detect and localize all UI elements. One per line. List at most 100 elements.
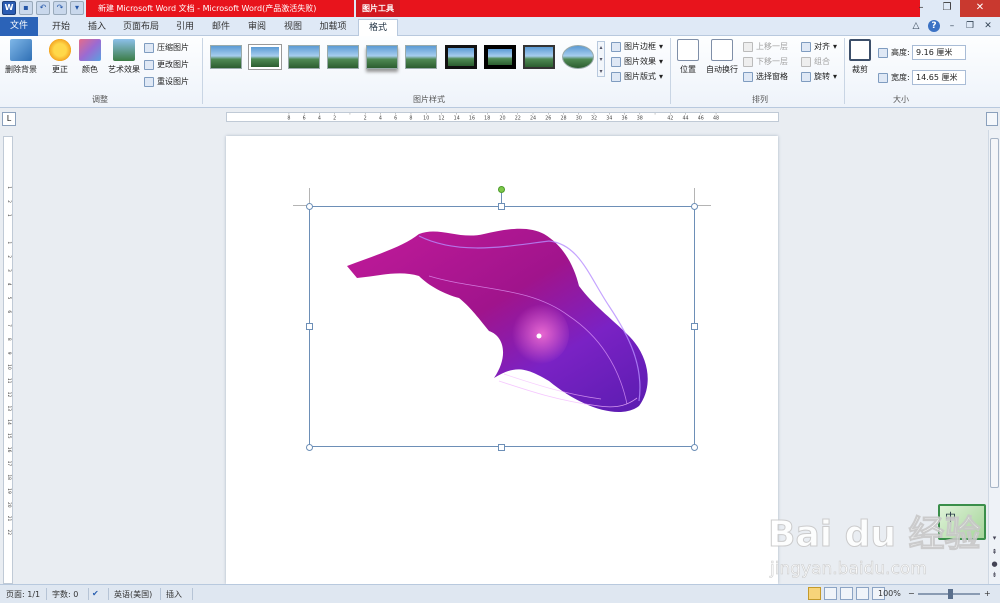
tab-home[interactable]: 开始 (44, 19, 78, 36)
minimize-icon[interactable]: – (908, 0, 934, 17)
resize-handle-right[interactable] (691, 323, 698, 330)
tab-addins[interactable]: 加载项 (312, 19, 354, 36)
ruler-tick-label: 13 (6, 405, 12, 411)
send-backward-button[interactable]: 下移一层 (743, 56, 788, 67)
outline-view-icon[interactable] (856, 587, 869, 600)
tab-file[interactable]: 文件 (0, 17, 38, 36)
style-thumb[interactable] (366, 45, 398, 69)
scrollbar-thumb[interactable] (990, 138, 999, 488)
color-button[interactable]: 颜色 (76, 39, 104, 75)
remove-background-button[interactable]: 删除背景 (4, 39, 38, 75)
redo-icon[interactable]: ↷ (53, 1, 67, 15)
minimize-ribbon-icon[interactable]: △ (910, 20, 922, 32)
zoom-out-icon[interactable]: − (908, 589, 915, 598)
style-thumb[interactable] (445, 45, 477, 69)
width-icon (878, 72, 888, 83)
zoom-slider-knob[interactable] (948, 589, 953, 599)
zoom-in-icon[interactable]: + (984, 589, 991, 598)
style-thumb[interactable] (210, 45, 242, 69)
horizontal-ruler[interactable]: 8 6 4 2 2 4 6 8 10 12 14 16 18 20 22 24 26 28 30 32 34 36 38 42… (226, 112, 779, 122)
style-thumb[interactable] (562, 45, 594, 69)
word-count[interactable]: 字数: 0 (52, 589, 78, 600)
compress-pictures-button[interactable]: 压缩图片 (144, 42, 189, 53)
style-thumb[interactable] (405, 45, 437, 69)
picture-border-button[interactable]: 图片边框 ▾ (611, 41, 663, 52)
web-layout-view-icon[interactable] (840, 587, 853, 600)
style-thumb[interactable] (327, 45, 359, 69)
position-button[interactable]: 位置 (676, 39, 700, 75)
rotate-button[interactable]: 旋转 ▾ (801, 71, 837, 82)
prev-page-icon[interactable]: ⇞ (989, 548, 1000, 556)
full-screen-reading-view-icon[interactable] (824, 587, 837, 600)
tab-mailings[interactable]: 邮件 (204, 19, 238, 36)
vertical-ruler: 12112345678910111213141516171819202122 (3, 136, 13, 584)
ruler-tick-label: 10 (423, 115, 429, 121)
rotation-handle[interactable] (498, 186, 505, 193)
help-icon[interactable]: ? (928, 20, 940, 32)
change-picture-button[interactable]: 更改图片 (144, 59, 189, 70)
ruler-tick-label: 28 (560, 115, 566, 121)
sun-icon (49, 39, 71, 61)
doc-minimize-icon[interactable]: – (946, 20, 958, 32)
page-count[interactable]: 页面: 1/1 (6, 589, 40, 600)
width-input[interactable]: 14.65 厘米 (912, 70, 966, 85)
resize-handle-bottom-right[interactable] (691, 444, 698, 451)
scroll-down-icon[interactable]: ▾ (989, 534, 1000, 542)
ruler-tick-label: 18 (6, 474, 12, 480)
ruler-tick-label: 44 (683, 115, 689, 121)
tab-view[interactable]: 视图 (276, 19, 310, 36)
proofing-icon[interactable]: ✔ (92, 589, 99, 598)
align-button[interactable]: 对齐 ▾ (801, 41, 837, 52)
undo-icon[interactable]: ↶ (36, 1, 50, 15)
selection-pane-button[interactable]: 选择窗格 (743, 71, 788, 82)
corrections-button[interactable]: 更正 (46, 39, 74, 75)
zoom-level[interactable]: 100% (878, 589, 901, 598)
gallery-scroll[interactable]: ▴ ▾ ▾ (597, 41, 605, 77)
doc-restore-icon[interactable]: ❐ (964, 20, 976, 32)
artistic-effects-button[interactable]: 艺术效果 (104, 39, 144, 75)
resize-handle-left[interactable] (306, 323, 313, 330)
language[interactable]: 英语(美国) (114, 589, 152, 600)
style-thumb[interactable] (484, 45, 516, 69)
change-picture-icon (144, 59, 154, 70)
doc-close-icon[interactable]: ✕ (982, 20, 994, 32)
restore-icon[interactable]: ❐ (934, 0, 960, 17)
ruler-tick-label: 3 (6, 269, 12, 272)
save-icon[interactable]: ▪ (19, 1, 33, 15)
title-bar-red-right (400, 0, 920, 17)
style-thumb[interactable] (523, 45, 555, 69)
view-ruler-icon[interactable] (986, 112, 998, 126)
crop-button[interactable]: 裁剪 (848, 39, 872, 75)
picture-effects-button[interactable]: 图片效果 ▾ (611, 56, 663, 67)
tab-review[interactable]: 审阅 (240, 19, 274, 36)
resize-handle-top-left[interactable] (306, 203, 313, 210)
group-button[interactable]: 组合 (801, 56, 830, 67)
tab-format[interactable]: 格式 (358, 19, 398, 36)
resize-handle-bottom-left[interactable] (306, 444, 313, 451)
select-browse-icon[interactable]: ● (989, 560, 1000, 568)
resize-handle-bottom[interactable] (498, 444, 505, 451)
reset-picture-button[interactable]: 重设图片 (144, 76, 189, 87)
tab-insert[interactable]: 插入 (80, 19, 114, 36)
insert-mode[interactable]: 插入 (166, 589, 182, 600)
print-layout-view-icon[interactable] (808, 587, 821, 600)
ruler-tick-label: 18 (484, 115, 490, 121)
tab-selector-icon[interactable]: L (2, 112, 16, 126)
close-icon[interactable]: ✕ (960, 0, 1000, 17)
height-input[interactable]: 9.16 厘米 (912, 45, 966, 60)
bring-forward-button[interactable]: 上移一层 (743, 41, 788, 52)
tab-page-layout[interactable]: 页面布局 (116, 19, 166, 36)
tab-references[interactable]: 引用 (168, 19, 202, 36)
ribbon-tabs: 文件 开始 插入 页面布局 引用 邮件 审阅 视图 加载项 格式 (0, 17, 1000, 36)
wrap-text-button[interactable]: 自动换行 (704, 39, 740, 75)
style-thumb[interactable] (288, 45, 320, 69)
style-thumb[interactable] (248, 44, 282, 70)
resize-handle-top[interactable] (498, 203, 505, 210)
ruler-tick-label: 32 (591, 115, 597, 121)
bring-forward-label: 上移一层 (756, 42, 788, 51)
word-app-icon[interactable]: W (2, 1, 16, 15)
resize-handle-top-right[interactable] (691, 203, 698, 210)
customize-qat-icon[interactable]: ▾ (70, 1, 84, 15)
picture-layout-button[interactable]: 图片版式 ▾ (611, 71, 663, 82)
next-page-icon[interactable]: ⇟ (989, 571, 1000, 579)
